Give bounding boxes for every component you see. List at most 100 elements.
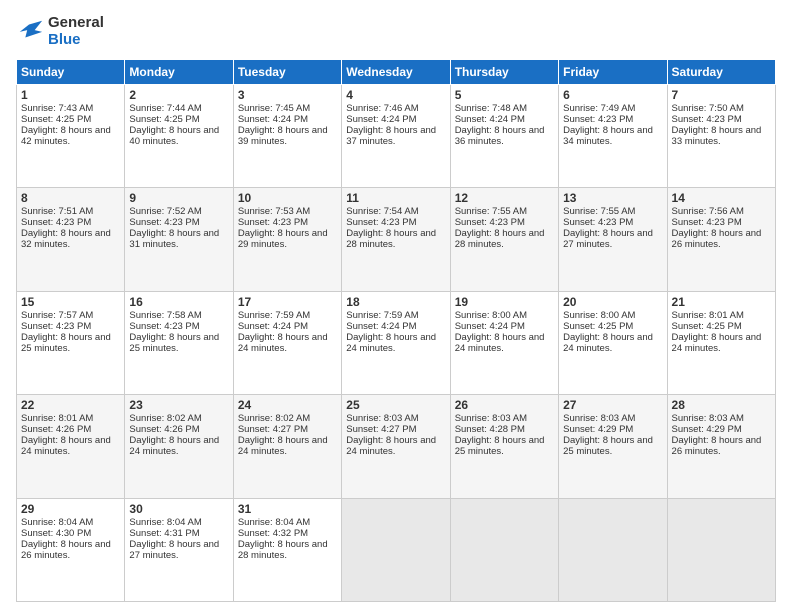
calendar-cell: 12 Sunrise: 7:55 AM Sunset: 4:23 PM Dayl… bbox=[450, 188, 558, 292]
sunrise: Sunrise: 7:56 AM bbox=[672, 206, 744, 217]
daylight: Daylight: 8 hours and 24 minutes. bbox=[455, 332, 545, 354]
sunrise: Sunrise: 7:59 AM bbox=[346, 310, 418, 321]
calendar-cell: 21 Sunrise: 8:01 AM Sunset: 4:25 PM Dayl… bbox=[667, 291, 775, 395]
day-number: 23 bbox=[129, 398, 228, 412]
sunset: Sunset: 4:26 PM bbox=[21, 424, 91, 435]
sunset: Sunset: 4:24 PM bbox=[455, 321, 525, 332]
daylight: Daylight: 8 hours and 32 minutes. bbox=[21, 228, 111, 250]
sunrise: Sunrise: 8:03 AM bbox=[455, 413, 527, 424]
calendar-cell: 27 Sunrise: 8:03 AM Sunset: 4:29 PM Dayl… bbox=[559, 395, 667, 499]
sunset: Sunset: 4:23 PM bbox=[21, 321, 91, 332]
calendar-cell bbox=[667, 498, 775, 602]
day-number: 14 bbox=[672, 191, 771, 205]
day-header-tuesday: Tuesday bbox=[233, 59, 341, 84]
day-number: 10 bbox=[238, 191, 337, 205]
daylight: Daylight: 8 hours and 25 minutes. bbox=[455, 435, 545, 457]
sunset: Sunset: 4:27 PM bbox=[238, 424, 308, 435]
calendar-cell: 20 Sunrise: 8:00 AM Sunset: 4:25 PM Dayl… bbox=[559, 291, 667, 395]
calendar-table: SundayMondayTuesdayWednesdayThursdayFrid… bbox=[16, 59, 776, 603]
sunset: Sunset: 4:24 PM bbox=[346, 114, 416, 125]
sunset: Sunset: 4:23 PM bbox=[238, 217, 308, 228]
sunset: Sunset: 4:23 PM bbox=[129, 321, 199, 332]
sunrise: Sunrise: 7:46 AM bbox=[346, 103, 418, 114]
calendar-page: General Blue SundayMondayTuesdayWednesda… bbox=[0, 0, 792, 612]
calendar-cell: 29 Sunrise: 8:04 AM Sunset: 4:30 PM Dayl… bbox=[17, 498, 125, 602]
calendar-cell: 6 Sunrise: 7:49 AM Sunset: 4:23 PM Dayli… bbox=[559, 84, 667, 188]
daylight: Daylight: 8 hours and 25 minutes. bbox=[21, 332, 111, 354]
daylight: Daylight: 8 hours and 24 minutes. bbox=[238, 435, 328, 457]
day-number: 17 bbox=[238, 295, 337, 309]
sunset: Sunset: 4:25 PM bbox=[21, 114, 91, 125]
sunrise: Sunrise: 7:50 AM bbox=[672, 103, 744, 114]
day-number: 26 bbox=[455, 398, 554, 412]
sunrise: Sunrise: 8:00 AM bbox=[455, 310, 527, 321]
day-number: 31 bbox=[238, 502, 337, 516]
calendar-cell bbox=[450, 498, 558, 602]
day-number: 4 bbox=[346, 88, 445, 102]
sunrise: Sunrise: 7:52 AM bbox=[129, 206, 201, 217]
week-row-2: 8 Sunrise: 7:51 AM Sunset: 4:23 PM Dayli… bbox=[17, 188, 776, 292]
calendar-cell: 14 Sunrise: 7:56 AM Sunset: 4:23 PM Dayl… bbox=[667, 188, 775, 292]
day-number: 9 bbox=[129, 191, 228, 205]
daylight: Daylight: 8 hours and 28 minutes. bbox=[238, 539, 328, 561]
sunset: Sunset: 4:23 PM bbox=[672, 114, 742, 125]
week-row-5: 29 Sunrise: 8:04 AM Sunset: 4:30 PM Dayl… bbox=[17, 498, 776, 602]
day-header-wednesday: Wednesday bbox=[342, 59, 450, 84]
daylight: Daylight: 8 hours and 42 minutes. bbox=[21, 125, 111, 147]
day-number: 13 bbox=[563, 191, 662, 205]
sunset: Sunset: 4:32 PM bbox=[238, 528, 308, 539]
calendar-cell: 9 Sunrise: 7:52 AM Sunset: 4:23 PM Dayli… bbox=[125, 188, 233, 292]
logo-icon bbox=[16, 17, 44, 45]
sunrise: Sunrise: 7:58 AM bbox=[129, 310, 201, 321]
sunrise: Sunrise: 7:57 AM bbox=[21, 310, 93, 321]
sunrise: Sunrise: 7:49 AM bbox=[563, 103, 635, 114]
day-number: 24 bbox=[238, 398, 337, 412]
sunset: Sunset: 4:29 PM bbox=[563, 424, 633, 435]
calendar-cell: 18 Sunrise: 7:59 AM Sunset: 4:24 PM Dayl… bbox=[342, 291, 450, 395]
calendar-cell: 8 Sunrise: 7:51 AM Sunset: 4:23 PM Dayli… bbox=[17, 188, 125, 292]
sunset: Sunset: 4:25 PM bbox=[563, 321, 633, 332]
daylight: Daylight: 8 hours and 24 minutes. bbox=[238, 332, 328, 354]
sunrise: Sunrise: 8:00 AM bbox=[563, 310, 635, 321]
calendar-cell: 11 Sunrise: 7:54 AM Sunset: 4:23 PM Dayl… bbox=[342, 188, 450, 292]
sunrise: Sunrise: 8:04 AM bbox=[21, 517, 93, 528]
day-number: 27 bbox=[563, 398, 662, 412]
daylight: Daylight: 8 hours and 33 minutes. bbox=[672, 125, 762, 147]
daylight: Daylight: 8 hours and 34 minutes. bbox=[563, 125, 653, 147]
header: General Blue bbox=[16, 14, 776, 49]
calendar-cell: 15 Sunrise: 7:57 AM Sunset: 4:23 PM Dayl… bbox=[17, 291, 125, 395]
sunrise: Sunrise: 8:02 AM bbox=[238, 413, 310, 424]
day-number: 18 bbox=[346, 295, 445, 309]
sunset: Sunset: 4:23 PM bbox=[672, 217, 742, 228]
sunset: Sunset: 4:31 PM bbox=[129, 528, 199, 539]
sunset: Sunset: 4:23 PM bbox=[346, 217, 416, 228]
daylight: Daylight: 8 hours and 26 minutes. bbox=[672, 228, 762, 250]
daylight: Daylight: 8 hours and 27 minutes. bbox=[563, 228, 653, 250]
sunrise: Sunrise: 7:48 AM bbox=[455, 103, 527, 114]
day-header-saturday: Saturday bbox=[667, 59, 775, 84]
day-header-row: SundayMondayTuesdayWednesdayThursdayFrid… bbox=[17, 59, 776, 84]
daylight: Daylight: 8 hours and 24 minutes. bbox=[672, 332, 762, 354]
daylight: Daylight: 8 hours and 31 minutes. bbox=[129, 228, 219, 250]
calendar-cell: 3 Sunrise: 7:45 AM Sunset: 4:24 PM Dayli… bbox=[233, 84, 341, 188]
sunset: Sunset: 4:25 PM bbox=[672, 321, 742, 332]
logo: General Blue bbox=[16, 14, 104, 49]
sunset: Sunset: 4:23 PM bbox=[21, 217, 91, 228]
sunrise: Sunrise: 7:53 AM bbox=[238, 206, 310, 217]
sunset: Sunset: 4:30 PM bbox=[21, 528, 91, 539]
sunrise: Sunrise: 7:51 AM bbox=[21, 206, 93, 217]
day-number: 5 bbox=[455, 88, 554, 102]
day-number: 21 bbox=[672, 295, 771, 309]
day-number: 11 bbox=[346, 191, 445, 205]
sunrise: Sunrise: 7:59 AM bbox=[238, 310, 310, 321]
daylight: Daylight: 8 hours and 27 minutes. bbox=[129, 539, 219, 561]
sunset: Sunset: 4:23 PM bbox=[563, 217, 633, 228]
calendar-cell: 28 Sunrise: 8:03 AM Sunset: 4:29 PM Dayl… bbox=[667, 395, 775, 499]
calendar-cell: 30 Sunrise: 8:04 AM Sunset: 4:31 PM Dayl… bbox=[125, 498, 233, 602]
sunset: Sunset: 4:25 PM bbox=[129, 114, 199, 125]
daylight: Daylight: 8 hours and 24 minutes. bbox=[346, 435, 436, 457]
daylight: Daylight: 8 hours and 25 minutes. bbox=[129, 332, 219, 354]
day-number: 2 bbox=[129, 88, 228, 102]
sunrise: Sunrise: 8:03 AM bbox=[672, 413, 744, 424]
sunset: Sunset: 4:26 PM bbox=[129, 424, 199, 435]
